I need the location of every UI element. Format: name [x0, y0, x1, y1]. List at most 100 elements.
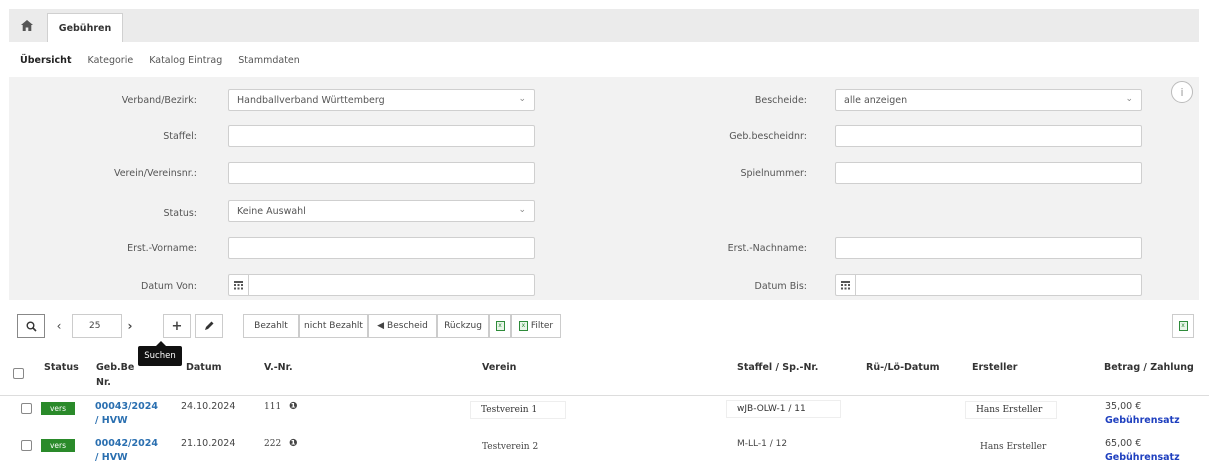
row-ersteller: Hans Ersteller: [980, 442, 1047, 452]
nachname-label: Erst.-Nachname:: [727, 243, 807, 254]
header-verein[interactable]: Verein: [482, 360, 516, 375]
gebnr-suffix[interactable]: / HVW: [95, 414, 128, 428]
search-button[interactable]: [17, 314, 45, 338]
subnav-kategorie[interactable]: Kategorie: [88, 55, 134, 66]
status-label: Status:: [163, 208, 197, 219]
bezahlt-button[interactable]: Bezahlt: [243, 314, 299, 338]
spielnummer-input[interactable]: [835, 162, 1142, 184]
status-badge: vers: [41, 402, 75, 415]
home-icon: [21, 20, 33, 31]
rueckzug-button[interactable]: Rückzug: [437, 314, 489, 338]
info-button[interactable]: i: [1171, 81, 1193, 103]
nicht-bezahlt-button[interactable]: nicht Bezahlt: [299, 314, 368, 338]
row-checkbox[interactable]: [21, 403, 32, 414]
header-ersteller[interactable]: Ersteller: [972, 360, 1017, 375]
row-staffel: M-LL-1 / 12: [737, 439, 788, 449]
header-gebnr[interactable]: Geb.Be: [96, 360, 134, 375]
pencil-icon: [205, 321, 214, 330]
row-checkbox[interactable]: [21, 440, 32, 451]
info-circle-icon[interactable]: ❶: [289, 437, 297, 451]
verein-label: Verein/Vereinsnr.:: [113, 168, 197, 179]
excel-icon: x: [495, 321, 505, 331]
row-datum: 21.10.2024: [181, 438, 236, 449]
send-icon: ◀: [377, 321, 385, 331]
bescheid-label: Bescheid: [387, 321, 428, 331]
tab-gebuehren[interactable]: Gebühren: [47, 13, 123, 42]
info-icon: i: [1180, 85, 1184, 99]
header-gebnr-line2: Nr.: [96, 377, 111, 388]
plus-icon: +: [171, 318, 183, 334]
spielnummer-label: Spielnummer:: [740, 168, 807, 179]
next-page-button[interactable]: ›: [121, 314, 139, 338]
excel-icon: x: [518, 321, 528, 331]
excel-export-button[interactable]: x: [489, 314, 511, 338]
row-vnr: 222: [264, 439, 282, 449]
status-value: Keine Auswahl: [237, 205, 306, 217]
table-row[interactable]: vers 00043/2024 / HVW 24.10.2024 111 ❶ T…: [0, 400, 1209, 432]
add-button[interactable]: +: [163, 314, 191, 338]
row-vnr: 111: [264, 402, 282, 412]
prev-page-button[interactable]: ‹: [50, 314, 68, 338]
verband-select[interactable]: Handballverband Württemberg ⌄: [228, 89, 535, 111]
row-zahlung-link[interactable]: Gebührensatz: [1105, 414, 1180, 428]
header-betrag[interactable]: Betrag / Zahlung: [1104, 360, 1194, 375]
search-icon: [26, 321, 37, 332]
header-datum[interactable]: Datum: [186, 360, 222, 375]
bescheide-label: Bescheide:: [754, 95, 807, 106]
row-staffel: wJB-OLW-1 / 11: [727, 401, 840, 417]
table-row[interactable]: vers 00042/2024 / HVW 21.10.2024 222 ❶ T…: [0, 437, 1209, 466]
datum-bis-label: Datum Bis:: [754, 281, 807, 292]
gebnr-link[interactable]: 00042/2024: [95, 437, 158, 451]
nachname-input[interactable]: [835, 237, 1142, 259]
gebbescheid-label: Geb.bescheidnr:: [729, 131, 807, 142]
subnav-uebersicht[interactable]: Übersicht: [20, 55, 72, 66]
staffel-input[interactable]: [228, 125, 535, 147]
excel-export-all-button[interactable]: x: [1172, 314, 1194, 338]
calendar-icon[interactable]: [836, 275, 856, 295]
row-datum: 24.10.2024: [181, 401, 236, 412]
status-badge: vers: [41, 439, 75, 452]
datum-von-input[interactable]: [228, 274, 535, 296]
verband-value: Handballverband Württemberg: [237, 94, 385, 106]
chevron-right-icon: ›: [127, 319, 133, 333]
top-tab-bar: Gebühren: [9, 9, 1199, 42]
vorname-label: Erst.-Vorname:: [127, 243, 197, 254]
subnav-katalog-eintrag[interactable]: Katalog Eintrag: [149, 55, 222, 66]
page-size-value: 25: [89, 321, 101, 331]
subnav-stammdaten[interactable]: Stammdaten: [238, 55, 300, 66]
vorname-input[interactable]: [228, 237, 535, 259]
header-ruelo-datum[interactable]: Rü-/Lö-Datum: [866, 360, 940, 375]
row-verein: Testverein 1: [471, 402, 565, 418]
chevron-down-icon: ⌄: [518, 205, 526, 215]
filter-label: Filter: [530, 321, 554, 331]
datum-von-label: Datum Von:: [141, 281, 197, 292]
header-vnr[interactable]: V.-Nr.: [264, 360, 293, 375]
verband-label: Verband/Bezirk:: [121, 95, 197, 106]
select-all-checkbox[interactable]: [13, 368, 24, 379]
chevron-left-icon: ‹: [56, 319, 62, 333]
excel-filter-button[interactable]: x Filter: [511, 314, 561, 338]
status-select[interactable]: Keine Auswahl ⌄: [228, 200, 535, 222]
verein-input[interactable]: [228, 162, 535, 184]
row-zahlung-link[interactable]: Gebührensatz: [1105, 451, 1180, 465]
info-circle-icon[interactable]: ❶: [289, 400, 297, 414]
staffel-label: Staffel:: [163, 131, 197, 142]
bescheide-select[interactable]: alle anzeigen ⌄: [835, 89, 1142, 111]
gebnr-link[interactable]: 00043/2024: [95, 400, 158, 414]
gebnr-suffix[interactable]: / HVW: [95, 451, 128, 465]
sub-navigation: Übersicht Kategorie Katalog Eintrag Stam…: [20, 55, 300, 66]
home-button[interactable]: [9, 9, 45, 42]
row-betrag: 35,00 €: [1105, 401, 1142, 412]
bescheide-value: alle anzeigen: [844, 94, 908, 106]
bescheid-button[interactable]: ◀ Bescheid: [368, 314, 437, 338]
datum-bis-input[interactable]: [835, 274, 1142, 296]
page-size-select[interactable]: 25: [72, 314, 122, 338]
row-ersteller: Hans Ersteller: [966, 402, 1056, 418]
header-status: Status: [44, 362, 79, 373]
edit-button[interactable]: [195, 314, 223, 338]
header-staffel[interactable]: Staffel / Sp.-Nr.: [737, 360, 818, 375]
gebbescheid-input[interactable]: [835, 125, 1142, 147]
search-tooltip: Suchen: [138, 341, 182, 366]
excel-icon: x: [1178, 321, 1188, 331]
calendar-icon[interactable]: [229, 275, 249, 295]
